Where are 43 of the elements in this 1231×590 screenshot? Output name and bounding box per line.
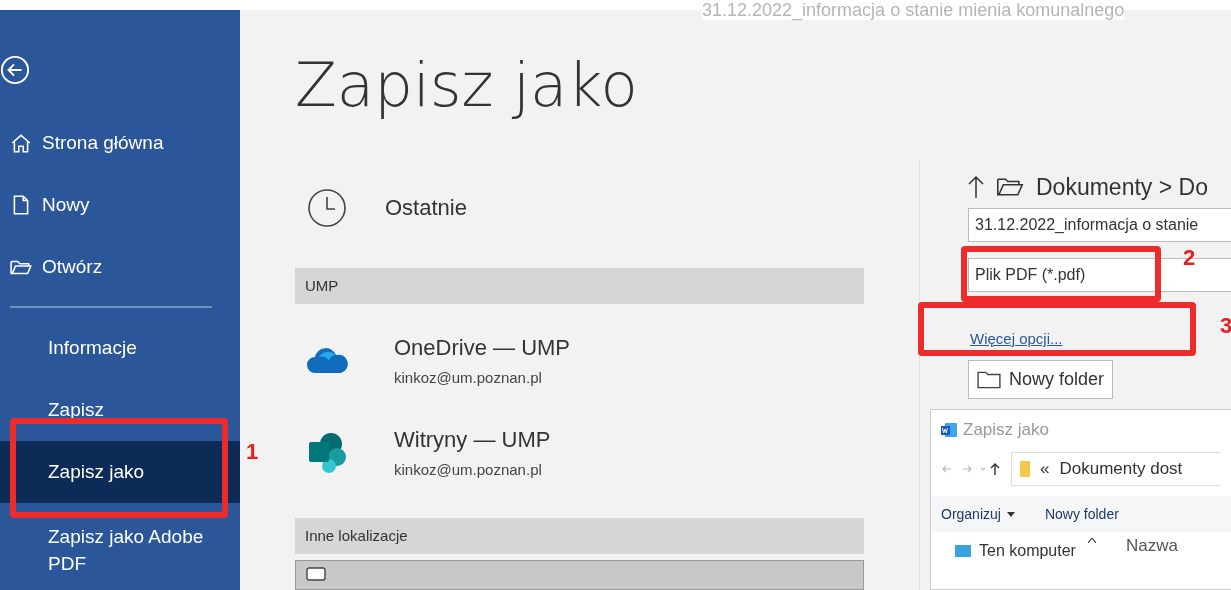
path-separator: « <box>1040 459 1050 479</box>
more-options-link[interactable]: Więcej opcji... <box>970 330 1063 348</box>
location-item[interactable]: Witryny — UMP kinkoz@um.poznan.pl <box>295 416 864 488</box>
annotation-number: 1 <box>246 440 259 464</box>
sidebar-item[interactable]: Otwórz <box>0 236 240 298</box>
location-name: OneDrive — UMP <box>394 334 571 361</box>
sidebar-item[interactable]: Strona główna <box>0 112 240 174</box>
up-arrow-icon[interactable] <box>968 174 984 200</box>
account-email: kinkoz@um.poznan.pl <box>394 368 543 386</box>
sidebar-item[interactable]: Nowy <box>0 174 240 236</box>
address-text: Dokumenty dost <box>1059 459 1183 479</box>
computer-icon <box>955 545 971 557</box>
computer-icon <box>306 567 326 581</box>
clock-icon <box>307 188 347 228</box>
breadcrumb[interactable]: Dokumenty > Do <box>1036 173 1208 201</box>
group-heading: Inne lokalizacje <box>295 518 864 554</box>
filename-field[interactable]: 31.12.2022_informacja o stanie <box>968 208 1231 242</box>
scroll-up-icon[interactable] <box>1087 538 1096 543</box>
column-header[interactable]: Nazwa <box>1125 536 1178 556</box>
sidebar-item[interactable]: Zapisz jako Adobe PDF <box>0 503 240 577</box>
new-folder-button[interactable]: Nowy folder <box>1044 506 1119 522</box>
sidebar-item[interactable]: Informacje <box>0 317 240 379</box>
dialog-title: Zapisz jako <box>963 420 1049 440</box>
location-name: Witryny — UMP <box>394 426 551 453</box>
address-bar[interactable]: « Dokumenty dost <box>1011 452 1221 486</box>
home-icon <box>10 132 32 154</box>
folder-icon <box>1020 461 1030 477</box>
sidebar-item[interactable]: Zapisz jako <box>0 441 240 503</box>
folder-icon <box>977 370 1001 389</box>
caret-icon <box>1006 511 1015 517</box>
annotation-number: 3 <box>1220 314 1231 338</box>
window-title: 31.12.2022_informacja o stanie mienia komunalnego <box>702 0 1125 20</box>
navigation-arrows-icon[interactable] <box>941 462 1001 476</box>
word-icon <box>941 422 957 438</box>
account-email: kinkoz@um.poznan.pl <box>394 460 543 478</box>
folder-icon <box>996 177 1024 197</box>
new-folder-button[interactable]: Nowy folder <box>968 360 1114 399</box>
nav-pane-item[interactable]: Ten komputer <box>955 542 1076 560</box>
sidebar-item[interactable]: Zapisz <box>0 379 240 441</box>
location-item[interactable]: OneDrive — UMP kinkoz@um.poznan.pl <box>295 324 864 396</box>
group-heading: UMP <box>295 268 864 304</box>
recent-item[interactable]: Ostatnie <box>295 180 864 236</box>
organize-button[interactable]: Organizuj <box>941 506 1015 522</box>
